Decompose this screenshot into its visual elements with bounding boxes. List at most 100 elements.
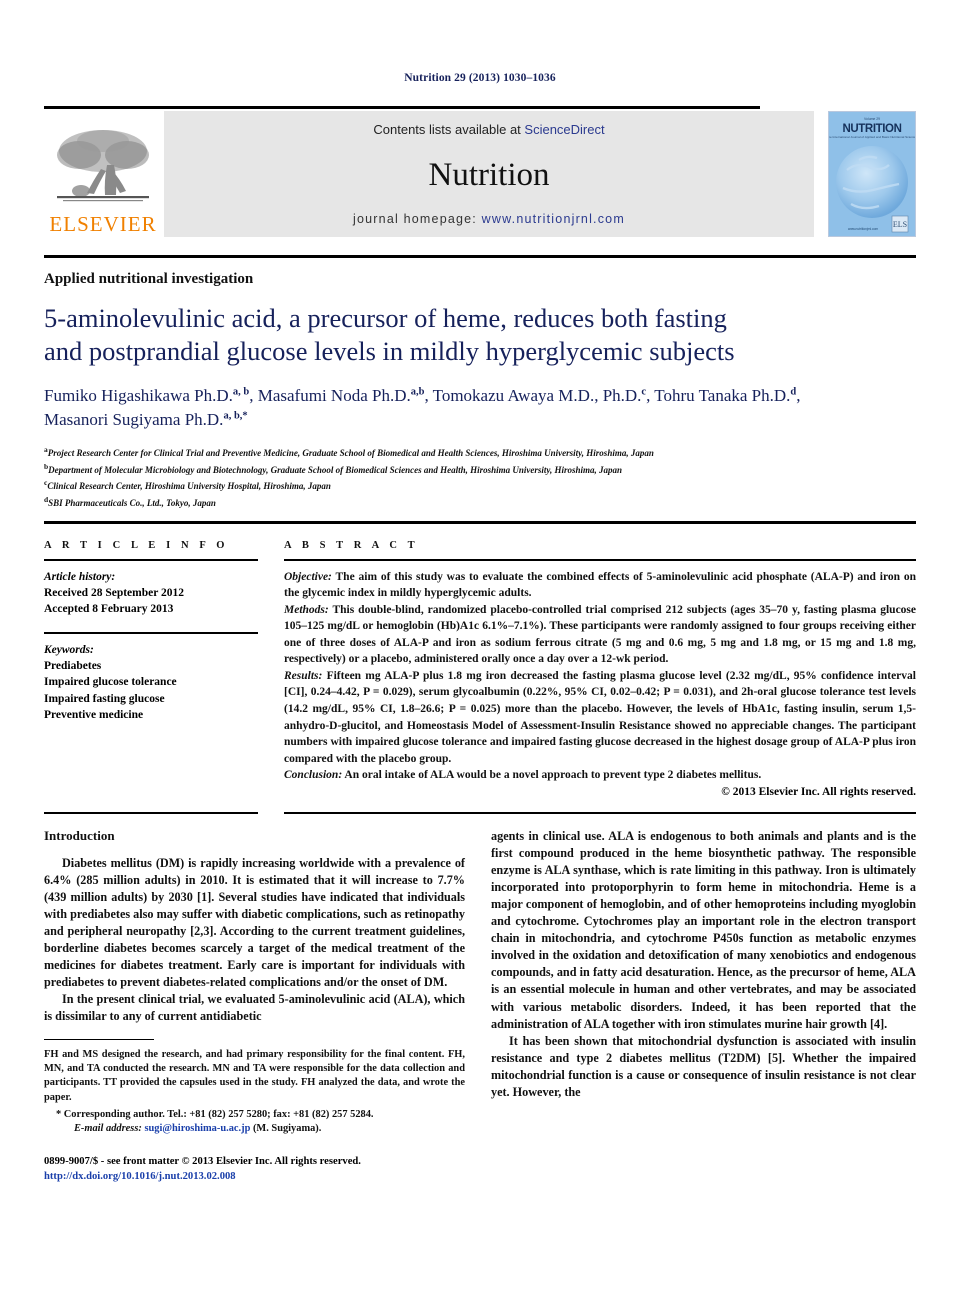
svg-text:ELS: ELS	[893, 220, 907, 229]
running-head: Nutrition 29 (2013) 1030–1036	[404, 72, 556, 84]
article-info-rule	[44, 558, 258, 561]
article-history-label: Article history:	[44, 570, 116, 583]
article-received-date: Received 28 September 2012	[44, 586, 184, 599]
journal-homepage-line: journal homepage: www.nutritionjrnl.com	[353, 212, 625, 226]
svg-text:Volume 29: Volume 29	[864, 117, 880, 121]
keywords-label: Keywords:	[44, 643, 94, 656]
journal-homepage-link[interactable]: www.nutritionjrnl.com	[482, 212, 625, 226]
body-rule-left	[44, 811, 258, 814]
intro-paragraph-1: Diabetes mellitus (DM) is rapidly increa…	[44, 855, 465, 990]
article-accepted-date: Accepted 8 February 2013	[44, 603, 174, 616]
author-name: Tomokazu Awaya M.D., Ph.D.	[432, 385, 642, 405]
keywords-rule	[44, 631, 258, 634]
affiliation-text: Department of Molecular Microbiology and…	[48, 464, 623, 475]
sciencedirect-link[interactable]: ScienceDirect	[524, 122, 604, 137]
keyword-item: Impaired glucose tolerance	[44, 676, 177, 689]
affiliation-text: Clinical Research Center, Hiroshima Univ…	[47, 481, 331, 492]
issn-line: 0899-9007/$ - see front matter © 2013 El…	[44, 1155, 361, 1167]
affiliation-item: dSBI Pharmaceuticals Co., Ltd., Tokyo, J…	[44, 494, 916, 511]
banner-row: ELSEVIER Contents lists available at Sci…	[44, 111, 916, 237]
corresponding-author-note: * Corresponding author. Tel.: +81 (82) 2…	[56, 1108, 374, 1120]
email-label: E-mail address:	[74, 1123, 142, 1135]
email-note: E-mail address: sugi@hiroshima-u.ac.jp (…	[44, 1122, 465, 1136]
body-column-right: agents in clinical use. ALA is endogenou…	[491, 828, 916, 1185]
contents-list-line: Contents lists available at ScienceDirec…	[373, 122, 604, 137]
abstract-results-label: Results:	[284, 669, 323, 682]
author-contributions-note: FH and MS designed the research, and had…	[44, 1048, 465, 1103]
elsevier-logo: ELSEVIER	[44, 111, 162, 237]
homepage-prefix: journal homepage:	[353, 212, 482, 226]
keyword-item: Impaired fasting glucose	[44, 692, 165, 705]
subject-category: Applied nutritional investigation	[44, 271, 254, 287]
svg-text:www.nutritionjrnl.com: www.nutritionjrnl.com	[848, 227, 878, 231]
author-entry: Tohru Tanaka Ph.D.d,	[654, 385, 801, 405]
author-affil-marks: a,b	[410, 386, 425, 398]
author-name: Masafumi Noda Ph.D.	[257, 385, 411, 405]
page-title: 5-aminolevulinic acid, a precursor of he…	[44, 303, 735, 366]
banner-center: Contents lists available at ScienceDirec…	[164, 111, 814, 237]
author-affil-marks: d	[790, 386, 797, 398]
journal-cover-thumbnail: Volume 29 NUTRITION The International Jo…	[828, 111, 916, 237]
abstract-results-text: Fifteen mg ALA-P plus 1.8 mg iron decrea…	[284, 669, 916, 765]
abstract-methods-text: This double-blind, randomized placebo-co…	[284, 603, 916, 666]
abstract-methods-label: Methods:	[284, 603, 329, 616]
author-name: Fumiko Higashikawa Ph.D.	[44, 385, 233, 405]
email-link[interactable]: sugi@hiroshima-u.ac.jp	[144, 1123, 250, 1134]
body-column-left: Introduction Diabetes mellitus (DM) is r…	[44, 828, 465, 1185]
author-entry: Masanori Sugiyama Ph.D.a, b,*	[44, 410, 248, 429]
abstract-objective-label: Objective:	[284, 570, 332, 583]
affiliation-list: aProject Research Center for Clinical Tr…	[44, 444, 916, 511]
section-heading-introduction: Introduction	[44, 827, 115, 843]
contents-prefix: Contents lists available at	[373, 122, 525, 137]
info-abstract-section: A R T I C L E I N F O Article history: R…	[44, 540, 916, 798]
author-entry: Masafumi Noda Ph.D.a,b,	[257, 385, 433, 405]
email-suffix: (M. Sugiyama).	[250, 1123, 322, 1135]
issn-copyright-block: 0899-9007/$ - see front matter © 2013 El…	[44, 1154, 465, 1185]
intro-paragraph-4: It has been shown that mitochondrial dys…	[491, 1033, 916, 1099]
abstract-copyright: © 2013 Elsevier Inc. All rights reserved…	[721, 785, 916, 798]
author-affil-marks: a, b,*	[223, 410, 248, 422]
journal-banner: ELSEVIER Contents lists available at Sci…	[44, 106, 916, 237]
keyword-item: Preventive medicine	[44, 708, 144, 721]
title-bottom-rule	[44, 520, 916, 524]
body-top-rules	[44, 811, 916, 814]
intro-paragraph-3: agents in clinical use. ALA is endogenou…	[491, 828, 916, 1031]
author-list: Fumiko Higashikawa Ph.D.a, b, Masafumi N…	[44, 384, 814, 432]
author-entry: Fumiko Higashikawa Ph.D.a, b,	[44, 385, 258, 405]
svg-text:The International Journal of A: The International Journal of Applied and…	[829, 135, 915, 139]
footnote-separator	[44, 1038, 154, 1040]
keywords-block: Keywords: Prediabetes Impaired glucose t…	[44, 631, 258, 724]
title-block: Applied nutritional investigation 5-amin…	[44, 258, 916, 511]
affiliation-item: bDepartment of Molecular Microbiology an…	[44, 461, 916, 478]
abstract-conclusion-text: An oral intake of ALA would be a novel a…	[342, 769, 762, 782]
abstract-column: A B S T R A C T Objective: The aim of th…	[284, 540, 916, 798]
author-affil-marks: c	[641, 386, 647, 398]
body-columns: Introduction Diabetes mellitus (DM) is r…	[44, 828, 916, 1185]
abstract-conclusion-label: Conclusion:	[284, 769, 343, 782]
abstract-rule	[284, 558, 916, 561]
article-info-column: A R T I C L E I N F O Article history: R…	[44, 540, 258, 798]
elsevier-tree-icon	[57, 130, 149, 202]
banner-top-rule	[44, 106, 760, 109]
abstract-objective-text: The aim of this study was to evaluate th…	[284, 570, 916, 600]
author-name: Masanori Sugiyama Ph.D.	[44, 409, 224, 429]
abstract-body: Objective: The aim of this study was to …	[284, 569, 916, 784]
author-name: Tohru Tanaka Ph.D.	[654, 385, 791, 405]
svg-text:NUTRITION: NUTRITION	[842, 123, 901, 135]
author-entry: Tomokazu Awaya M.D., Ph.D.c,	[432, 385, 655, 405]
journal-title: Nutrition	[428, 157, 550, 193]
footnote-block: FH and MS designed the research, and had…	[44, 1048, 465, 1137]
abstract-heading: A B S T R A C T	[284, 539, 419, 551]
journal-cover-art: Volume 29 NUTRITION The International Jo…	[829, 112, 915, 236]
affiliation-text: Project Research Center for Clinical Tri…	[47, 447, 654, 458]
article-info-heading: A R T I C L E I N F O	[44, 539, 229, 551]
affiliation-text: SBI Pharmaceuticals Co., Ltd., Tokyo, Ja…	[48, 497, 216, 508]
intro-paragraph-2: In the present clinical trial, we evalua…	[44, 992, 465, 1024]
author-affil-marks: a, b	[232, 386, 250, 398]
affiliation-item: cClinical Research Center, Hiroshima Uni…	[44, 477, 916, 494]
doi-link[interactable]: http://dx.doi.org/10.1016/j.nut.2013.02.…	[44, 1169, 465, 1184]
keyword-item: Prediabetes	[44, 659, 102, 672]
article-page: Nutrition 29 (2013) 1030–1036 ELSEVIER C…	[0, 0, 960, 1290]
affiliation-item: aProject Research Center for Clinical Tr…	[44, 444, 916, 461]
elsevier-wordmark: ELSEVIER	[49, 212, 157, 236]
